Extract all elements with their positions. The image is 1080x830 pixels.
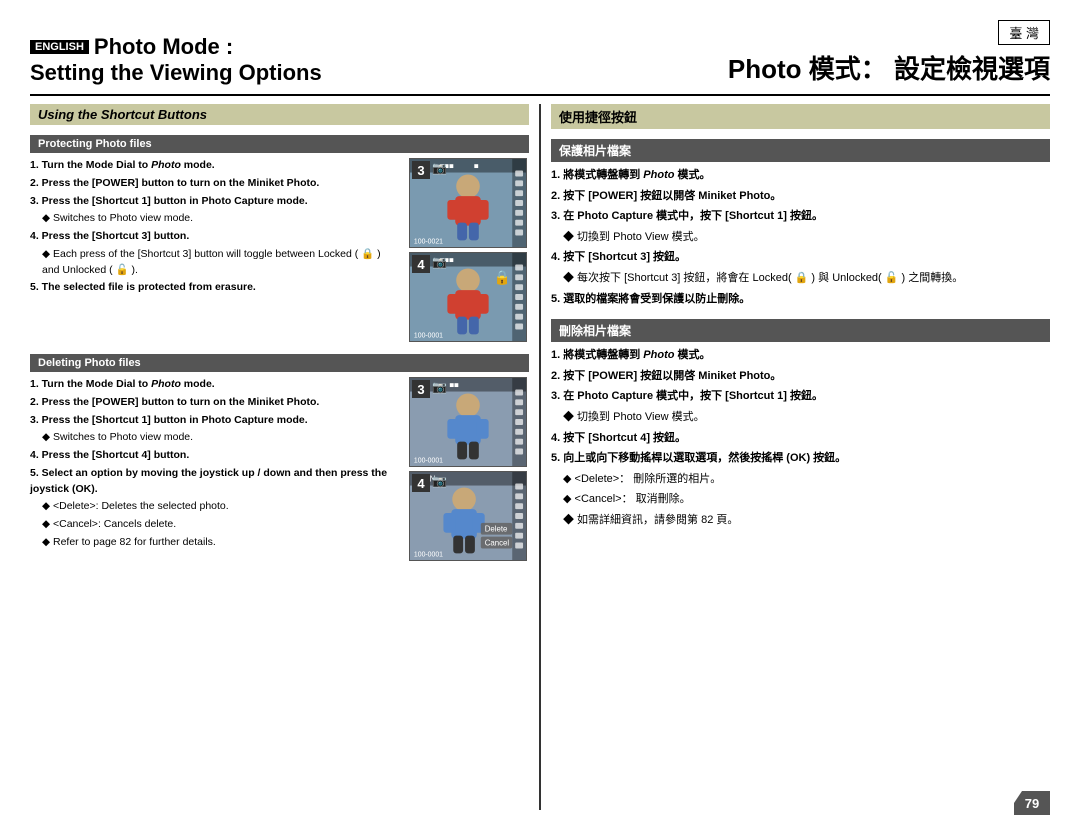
delete-bullet2: ◆ <Delete>: Deletes the selected photo.: [42, 499, 401, 515]
rd-step1: 1. 將模式轉盤轉到 Photo 模式。: [551, 347, 1050, 365]
svg-text:🔒: 🔒: [494, 270, 511, 286]
rp-step2: 2. 按下 [POWER] 按鈕以開啓 Miniket Photo。: [551, 188, 1050, 206]
title-main: Photo Mode :: [94, 34, 233, 60]
delete-camera-img-4: OK IN 100-0001 Delete Cancel: [409, 471, 527, 561]
left-section-header: Using the Shortcut Buttons: [30, 104, 529, 125]
delete-camera-img-3: 1 IN ■■ 100-0001: [409, 377, 527, 467]
page-header: ENGLISH Photo Mode : Setting the Viewing…: [30, 20, 1050, 96]
del-camera-icon-4: 📷: [432, 474, 447, 488]
svg-text:100-0001: 100-0001: [414, 332, 443, 339]
delete-step1: 1. Turn the Mode Dial to Photo mode.: [30, 377, 401, 393]
rd-bullet4: ◆ 如需詳細資訊，請參閱第 82 頁。: [563, 512, 1050, 530]
svg-text:100-0001: 100-0001: [414, 457, 443, 464]
rd-bullet2: ◆ <Delete>： 刪除所選的相片。: [563, 471, 1050, 489]
svg-text:100-0001: 100-0001: [414, 551, 443, 558]
right-section-header: 使用捷徑按鈕: [551, 104, 1050, 129]
deleting-camera-images: 1 IN ■■ 100-0001: [409, 377, 529, 561]
deleting-header: Deleting Photo files: [30, 354, 529, 372]
rp-bullet1: ◆ 切換到 Photo View 模式。: [563, 229, 1050, 247]
protect-camera-img-3: IN ■■■ ■ 100-0021: [409, 158, 527, 248]
chinese-title: Photo 模式： 設定檢視選項: [728, 49, 1050, 86]
rd-step5: 5. 向上或向下移動搖桿以選取選項，然後按搖桿 (OK) 按鈕。: [551, 450, 1050, 468]
rd-bullet1: ◆ 切換到 Photo View 模式。: [563, 409, 1050, 427]
rp-step1: 1. 將模式轉盤轉到 Photo 模式。: [551, 167, 1050, 185]
del-step-badge-3: 3: [412, 380, 430, 398]
taiwan-badge: 臺 灣: [998, 20, 1050, 45]
svg-text:Cancel: Cancel: [485, 538, 510, 547]
page-container: ENGLISH Photo Mode : Setting the Viewing…: [0, 0, 1080, 830]
svg-text:Delete: Delete: [485, 525, 508, 534]
rp-bullet2: ◆ 每次按下 [Shortcut 3] 按鈕，將會在 Locked( 🔒 ) 與…: [563, 270, 1050, 288]
protecting-header: Protecting Photo files: [30, 135, 529, 153]
protect-camera-img-4: IN ■■■ 100-0001 🔒: [409, 252, 527, 342]
protect-step5: 5. The selected file is protected from e…: [30, 280, 401, 296]
delete-step4: 4. Press the [Shortcut 4] button.: [30, 448, 401, 464]
deleting-section-body: 1. Turn the Mode Dial to Photo mode. 2. …: [30, 377, 529, 561]
header-right: 臺 灣 Photo 模式： 設定檢視選項: [728, 20, 1050, 86]
delete-bullet3: ◆ <Cancel>: Cancels delete.: [42, 517, 401, 533]
title-line2: Setting the Viewing Options: [30, 60, 322, 86]
right-deleting-instructions: 1. 將模式轉盤轉到 Photo 模式。 2. 按下 [POWER] 按鈕以開啓…: [551, 347, 1050, 532]
rp-step5: 5. 選取的檔案將會受到保護以防止刪除。: [551, 291, 1050, 309]
delete-bullet1: ◆ Switches to Photo view mode.: [42, 430, 401, 446]
header-left: ENGLISH Photo Mode : Setting the Viewing…: [30, 34, 322, 86]
right-column: 使用捷徑按鈕 保護相片檔案 1. 將模式轉盤轉到 Photo 模式。 2. 按下…: [551, 104, 1050, 810]
del-camera-icon-3: 📷: [432, 380, 447, 394]
svg-text:■■: ■■: [449, 381, 459, 390]
delete-step5: 5. Select an option by moving the joysti…: [30, 466, 401, 498]
title-line1: ENGLISH Photo Mode :: [30, 34, 322, 60]
delete-bullet4: ◆ Refer to page 82 for further details.: [42, 535, 401, 551]
protect-step1: 1. Turn the Mode Dial to Photo mode.: [30, 158, 401, 174]
protecting-instructions: 1. Turn the Mode Dial to Photo mode. 2. …: [30, 158, 401, 342]
rd-bullet3: ◆ <Cancel>： 取消刪除。: [563, 491, 1050, 509]
rp-step4: 4. 按下 [Shortcut 3] 按鈕。: [551, 249, 1050, 267]
camera-icon-4: 📷: [432, 255, 447, 269]
rd-step3: 3. 在 Photo Capture 模式中，按下 [Shortcut 1] 按…: [551, 388, 1050, 406]
step-badge-3: 3: [412, 161, 430, 179]
delete-step3: 3. Press the [Shortcut 1] button in Phot…: [30, 413, 401, 429]
deleting-instructions: 1. Turn the Mode Dial to Photo mode. 2. …: [30, 377, 401, 561]
protect-bullet1: ◆ Switches to Photo view mode.: [42, 211, 401, 227]
delete-step2: 2. Press the [POWER] button to turn on t…: [30, 395, 401, 411]
camera-icon-3: 📷: [432, 161, 447, 175]
step-badge-4: 4: [412, 255, 430, 273]
protect-step2: 2. Press the [POWER] button to turn on t…: [30, 176, 401, 192]
protecting-camera-images: IN ■■■ ■ 100-0021: [409, 158, 529, 342]
rd-step2: 2. 按下 [POWER] 按鈕以開啓 Miniket Photo。: [551, 368, 1050, 386]
svg-text:■: ■: [474, 162, 479, 171]
main-content: Using the Shortcut Buttons Protecting Ph…: [30, 104, 1050, 810]
rd-step4: 4. 按下 [Shortcut 4] 按鈕。: [551, 430, 1050, 448]
right-deleting-header: 刪除相片檔案: [551, 319, 1050, 342]
protect-step3: 3. Press the [Shortcut 1] button in Phot…: [30, 194, 401, 210]
left-column: Using the Shortcut Buttons Protecting Ph…: [30, 104, 529, 810]
english-badge: ENGLISH: [30, 40, 89, 54]
rp-step3: 3. 在 Photo Capture 模式中，按下 [Shortcut 1] 按…: [551, 208, 1050, 226]
column-divider: [539, 104, 541, 810]
svg-text:100-0021: 100-0021: [414, 238, 443, 245]
protecting-section-body: 1. Turn the Mode Dial to Photo mode. 2. …: [30, 158, 529, 342]
protect-step4: 4. Press the [Shortcut 3] button.: [30, 229, 401, 245]
protect-bullet2: ◆ Each press of the [Shortcut 3] button …: [42, 247, 401, 279]
del-step-badge-4: 4: [412, 474, 430, 492]
right-protecting-instructions: 1. 將模式轉盤轉到 Photo 模式。 2. 按下 [POWER] 按鈕以開啓…: [551, 167, 1050, 311]
right-protecting-header: 保護相片檔案: [551, 139, 1050, 162]
